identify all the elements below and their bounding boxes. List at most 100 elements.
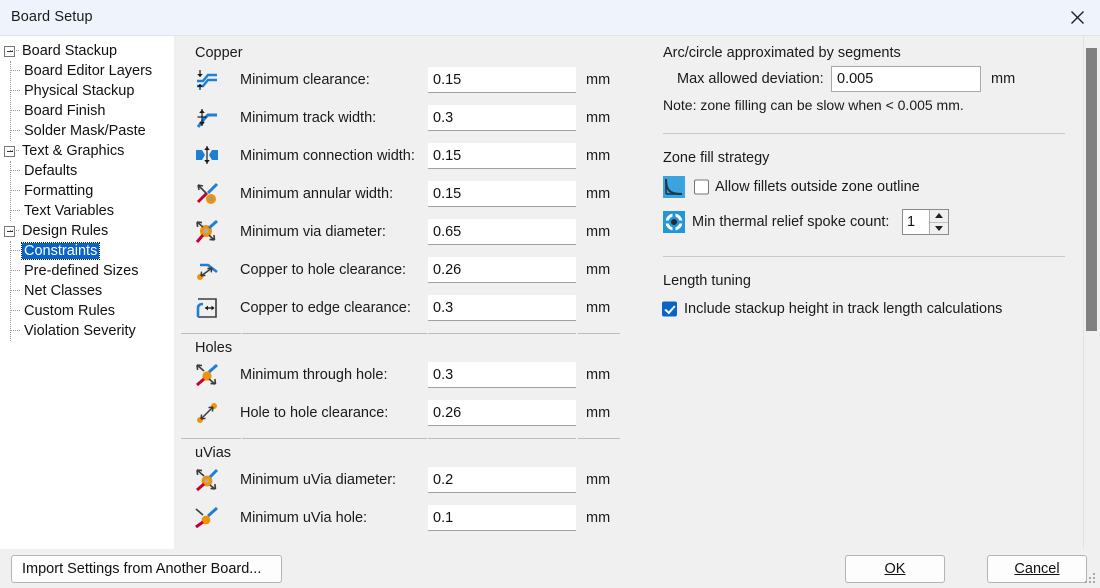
sidebar-item-label: Design Rules [20,223,108,239]
tree-group-board-stackup: Board Stackup Board Editor Layers Physic… [0,41,174,141]
resize-grip-icon[interactable] [1085,573,1097,585]
holes-section-title: Holes [195,340,644,356]
tree-group-design-rules: Design Rules Constraints Pre-defined Siz… [0,221,174,341]
chevron-up-icon [935,213,943,218]
thermal-relief-icon [662,210,686,234]
copper-to-hole-icon [194,257,220,283]
window-title: Board Setup [11,9,93,25]
field-label: Minimum through hole: [240,367,388,383]
sidebar-item-design-rules[interactable]: Design Rules [0,221,174,241]
field-unit: mm [586,224,610,240]
tree-dash [11,70,20,72]
field-minimum-through-hole: Minimum through hole: mm [174,356,644,394]
minimum-track-width-input[interactable] [428,105,576,131]
cancel-button[interactable]: Cancel [987,555,1087,583]
scrollbar-thumb[interactable] [1086,48,1097,331]
spoke-count-label: Min thermal relief spoke count: [692,214,889,230]
spinner-buttons [929,210,948,234]
spoke-count-input[interactable] [903,210,929,234]
include-stackup-height-checkbox[interactable] [662,302,677,317]
zone-fill-section-title: Zone fill strategy [663,150,1074,166]
title-bar: Board Setup [0,0,1100,36]
sidebar-item-board-editor-layers[interactable]: Board Editor Layers [0,61,174,81]
field-unit: mm [586,72,610,88]
field-label: Minimum via diameter: [240,224,386,240]
sidebar-item-solder-mask-paste[interactable]: Solder Mask/Paste [0,121,174,141]
sidebar-item-label: Defaults [22,163,77,179]
sidebar-item-label: Text & Graphics [20,143,124,159]
allow-fillets-label: Allow fillets outside zone outline [715,179,920,195]
sidebar-item-label: Solder Mask/Paste [22,123,146,139]
tree-group-text-graphics: Text & Graphics Defaults Formatting Text [0,141,174,221]
sidebar-item-board-stackup[interactable]: Board Stackup [0,41,174,61]
field-unit: mm [586,186,610,202]
field-label: Minimum annular width: [240,186,393,202]
close-button[interactable] [1054,0,1100,35]
copper-to-hole-clearance-input[interactable] [428,257,576,283]
min-uvia-diameter-icon [194,467,220,493]
minimum-via-diameter-input[interactable] [428,219,576,245]
field-minimum-clearance: Minimum clearance: mm [174,61,644,99]
sidebar-item-label: Net Classes [22,283,102,299]
field-minimum-via-diameter: Minimum via diameter: mm [174,213,644,251]
minimum-uvia-diameter-input[interactable] [428,467,576,493]
row-min-thermal-relief-spoke-count: Min thermal relief spoke count: [654,204,1074,240]
tree-dash [11,310,20,312]
copper-to-edge-clearance-input[interactable] [428,295,576,321]
field-max-allowed-deviation: Max allowed deviation: mm [654,61,1074,97]
tree-dash [11,130,20,132]
minimum-through-hole-input[interactable] [428,362,576,388]
tree-dash [10,150,19,152]
min-via-diameter-icon [194,219,220,245]
max-allowed-deviation-input[interactable] [831,66,981,92]
minimum-clearance-input[interactable] [428,67,576,93]
hole-to-hole-clearance-input[interactable] [428,400,576,426]
field-unit: mm [586,148,610,164]
settings-tree: Board Stackup Board Editor Layers Physic… [0,36,174,341]
spinner-up-button[interactable] [930,210,948,222]
sidebar-item-text-variables[interactable]: Text Variables [0,201,174,221]
tree-dash [11,290,20,292]
field-label: Copper to hole clearance: [240,262,406,278]
spinner-down-button[interactable] [930,222,948,235]
import-settings-button[interactable]: Import Settings from Another Board... [11,555,282,583]
settings-tree-sidebar[interactable]: Board Stackup Board Editor Layers Physic… [0,36,174,549]
sidebar-item-defaults[interactable]: Defaults [0,161,174,181]
field-label: Minimum uVia hole: [240,510,367,526]
field-label: Minimum uVia diameter: [240,472,396,488]
minimum-uvia-hole-input[interactable] [428,505,576,531]
field-unit: mm [586,300,610,316]
sidebar-item-text-and-graphics[interactable]: Text & Graphics [0,141,174,161]
board-setup-dialog: Board Setup Board Stackup Board [0,0,1100,588]
vertical-scrollbar[interactable] [1083,36,1100,549]
sidebar-item-formatting[interactable]: Formatting [0,181,174,201]
row-allow-fillets: Allow fillets outside zone outline [654,170,1074,204]
allow-fillets-checkbox[interactable] [694,180,709,195]
minimum-connection-width-input[interactable] [428,143,576,169]
sidebar-item-violation-severity[interactable]: Violation Severity [0,321,174,341]
sidebar-item-board-finish[interactable]: Board Finish [0,101,174,121]
sidebar-item-constraints[interactable]: Constraints [0,241,174,261]
min-thermal-relief-spoke-count-spinner[interactable] [902,209,949,235]
ok-label: OK [885,561,906,577]
tree-dash [11,270,20,272]
ok-button[interactable]: OK [845,555,945,583]
sidebar-item-pre-defined-sizes[interactable]: Pre-defined Sizes [0,261,174,281]
sidebar-item-label: Formatting [22,183,93,199]
field-label: Copper to edge clearance: [240,300,411,316]
sidebar-item-label: Violation Severity [22,323,136,339]
sidebar-item-label: Physical Stackup [22,83,134,99]
copper-to-edge-icon [194,295,220,321]
section-separator [174,432,644,445]
field-unit: mm [991,71,1015,87]
min-uvia-hole-icon [194,505,220,531]
field-minimum-annular-width: Minimum annular width: mm [174,175,644,213]
sidebar-item-net-classes[interactable]: Net Classes [0,281,174,301]
field-label: Max allowed deviation: [677,71,824,87]
sidebar-item-custom-rules[interactable]: Custom Rules [0,301,174,321]
tree-dash [11,210,20,212]
chevron-down-icon [935,226,943,231]
sidebar-item-physical-stackup[interactable]: Physical Stackup [0,81,174,101]
constraints-right-column: Arc/circle approximated by segments Max … [654,36,1074,325]
minimum-annular-width-input[interactable] [428,181,576,207]
